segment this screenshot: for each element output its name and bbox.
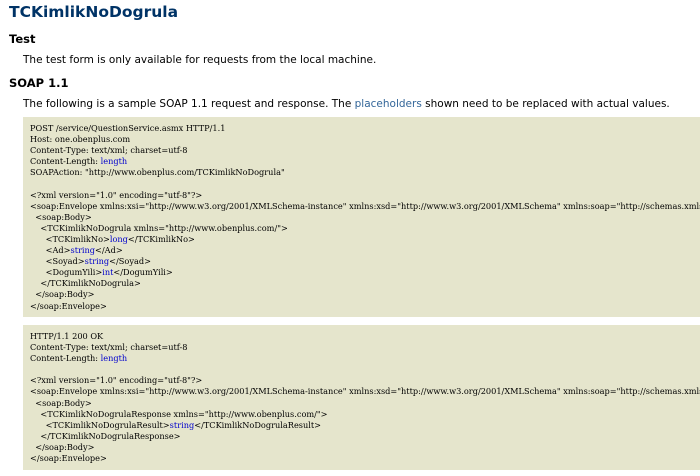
xml-open-tag: <DogumYili> <box>30 267 103 278</box>
request-line: SOAPAction: "http://www.obenplus.com/TCK… <box>30 167 285 178</box>
xml-close-tag: </Soyad> <box>109 256 151 267</box>
soap-intro-text-before: The following is a sample SOAP 1.1 reque… <box>23 98 355 110</box>
request-blank-line <box>30 178 700 189</box>
request-line: Content-Type: text/xml; charset=utf-8 <box>30 145 188 156</box>
request-line-key: Content-Length: <box>30 156 101 167</box>
type-placeholder: string <box>70 245 96 256</box>
response-line-key: Content-Length: <box>30 353 101 364</box>
request-line: <Ad>string</Ad> <box>30 245 700 256</box>
soap-intro: The following is a sample SOAP 1.1 reque… <box>23 98 670 110</box>
request-line: </TCKimlikNoDogrula> <box>30 278 141 289</box>
request-line: <DogumYili>int</DogumYili> <box>30 267 700 278</box>
type-placeholder: int <box>102 267 114 278</box>
request-line: </soap:Envelope> <box>30 300 107 311</box>
response-line: <soap:Envelope xmlns:xsi="http://www.w3.… <box>30 386 700 397</box>
request-line: <Soyad>string</Soyad> <box>30 256 700 267</box>
request-line: <TCKimlikNo>long</TCKimlikNo> <box>30 234 700 245</box>
request-line: <soap:Body> <box>30 211 92 222</box>
type-placeholder: string <box>169 419 195 430</box>
type-placeholder: long <box>109 233 128 244</box>
xml-open-tag: <Ad> <box>30 245 71 256</box>
page-title: TCKimlikNoDogrula <box>9 3 179 21</box>
soap-heading: SOAP 1.1 <box>9 76 69 90</box>
request-line: Content-Length: length <box>30 156 700 167</box>
request-line: POST /service/QuestionService.asmx HTTP/… <box>30 123 226 133</box>
request-line: </soap:Body> <box>30 289 95 300</box>
placeholders-link[interactable]: placeholders <box>355 98 422 110</box>
xml-close-tag: </DogumYili> <box>113 267 173 278</box>
response-line: <?xml version="1.0" encoding="utf-8"?> <box>30 375 203 386</box>
response-blank-line <box>30 364 700 375</box>
length-placeholder: length <box>100 156 128 167</box>
soap-intro-text-after: shown need to be replaced with actual va… <box>421 98 670 110</box>
response-line: Content-Type: text/xml; charset=utf-8 <box>30 342 188 353</box>
request-line: <?xml version="1.0" encoding="utf-8"?> <box>30 189 203 200</box>
test-heading: Test <box>9 32 36 46</box>
response-line: <TCKimlikNoDogrulaResult>string</TCKimli… <box>30 420 700 431</box>
response-line: <soap:Body> <box>30 397 92 408</box>
length-placeholder: length <box>100 353 128 364</box>
response-line: <TCKimlikNoDogrulaResponse xmlns="http:/… <box>30 408 328 419</box>
response-line: </soap:Envelope> <box>30 453 107 464</box>
xml-open-tag: <TCKimlikNo> <box>30 233 110 244</box>
type-placeholder: string <box>84 256 110 267</box>
xml-close-tag: </TCKimlikNoDogrulaResult> <box>194 419 322 430</box>
request-line: Host: one.obenplus.com <box>30 134 131 145</box>
response-line: HTTP/1.1 200 OK <box>30 331 104 341</box>
xml-close-tag: </TCKimlikNo> <box>127 233 195 244</box>
response-line: Content-Length: length <box>30 353 700 364</box>
request-line: <soap:Envelope xmlns:xsi="http://www.w3.… <box>30 200 700 211</box>
response-line: </soap:Body> <box>30 441 95 452</box>
xml-close-tag: </Ad> <box>95 245 123 256</box>
test-note: The test form is only available for requ… <box>23 54 377 66</box>
response-line: </TCKimlikNoDogrulaResponse> <box>30 430 181 441</box>
xml-open-tag: <Soyad> <box>30 256 85 267</box>
xml-open-tag: <TCKimlikNoDogrulaResult> <box>30 419 170 430</box>
request-line: <TCKimlikNoDogrula xmlns="http://www.obe… <box>30 222 288 233</box>
response-code-block: HTTP/1.1 200 OK Content-Type: text/xml; … <box>23 325 700 470</box>
request-code-block: POST /service/QuestionService.asmx HTTP/… <box>23 117 700 317</box>
